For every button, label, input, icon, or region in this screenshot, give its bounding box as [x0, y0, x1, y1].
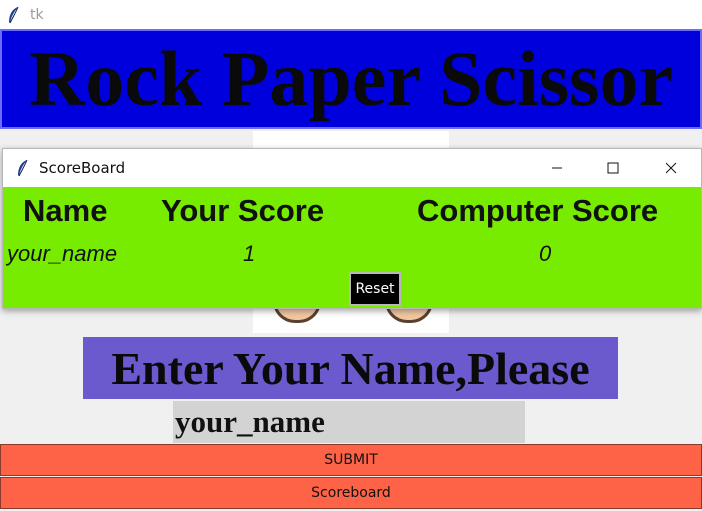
scoreboard-title: ScoreBoard: [39, 159, 126, 177]
scoreboard-titlebar[interactable]: ScoreBoard: [3, 149, 701, 187]
name-input[interactable]: [173, 401, 525, 443]
close-icon: [665, 162, 677, 174]
banner-text: Rock Paper Scissor: [28, 35, 674, 122]
computer-score-value: 0: [539, 241, 552, 266]
header-computer-score: Computer Score: [417, 193, 659, 228]
close-button[interactable]: [648, 149, 694, 187]
minimize-button[interactable]: [534, 149, 580, 187]
maximize-button[interactable]: [590, 149, 636, 187]
feather-icon: [15, 159, 31, 177]
submit-button[interactable]: SUBMIT: [0, 444, 702, 476]
reset-button[interactable]: Reset: [349, 272, 401, 306]
window-title: tk: [30, 6, 44, 23]
maximize-icon: [607, 162, 619, 174]
header-name: Name: [23, 193, 108, 228]
player-name-value: your_name: [7, 241, 118, 266]
scoreboard-body: Name Your Score Computer Score your_name…: [3, 187, 701, 309]
header-your-score: Your Score: [161, 193, 325, 228]
title-banner: Rock Paper Scissor: [0, 29, 702, 129]
scoreboard-window: ScoreBoard Name Your Score Computer Scor…: [2, 148, 702, 309]
name-prompt-text: Enter Your Name,Please: [111, 342, 590, 394]
minimize-icon: [552, 167, 562, 169]
feather-icon: [6, 6, 22, 24]
your-score-value: 1: [243, 241, 256, 266]
main-titlebar[interactable]: tk: [0, 0, 702, 29]
scoreboard-button[interactable]: Scoreboard: [0, 477, 702, 509]
name-prompt-label: Enter Your Name,Please: [83, 337, 618, 399]
